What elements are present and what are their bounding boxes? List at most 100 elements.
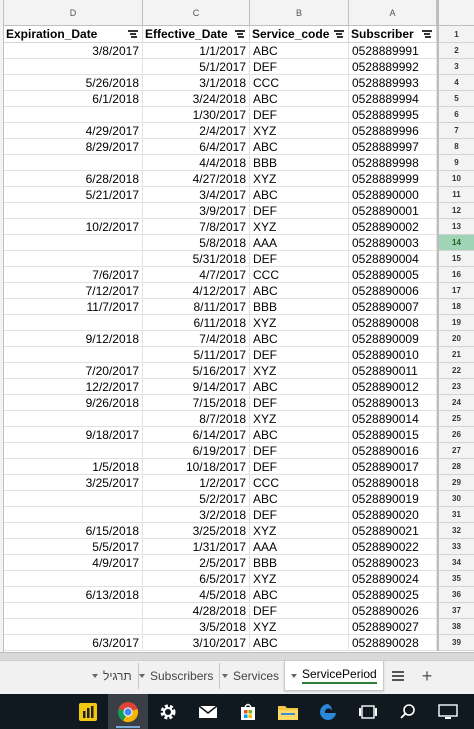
expiration-date-cell[interactable]: 6/15/2018 <box>4 523 143 539</box>
effective-date-cell[interactable]: 4/12/2017 <box>143 283 250 299</box>
row-number[interactable]: 26 <box>439 427 474 443</box>
chevron-down-icon[interactable] <box>139 674 145 678</box>
row-number[interactable]: 25 <box>439 411 474 427</box>
header-cell-service-code[interactable]: Service_code <box>250 26 349 43</box>
subscriber-cell[interactable]: 0528890009 <box>349 331 437 347</box>
subscriber-cell[interactable]: 0528890006 <box>349 283 437 299</box>
tab-serviceperiod[interactable]: ServicePeriod <box>284 661 384 691</box>
expiration-date-cell[interactable]: 8/29/2017 <box>4 139 143 155</box>
row-number[interactable]: 2 <box>439 43 474 59</box>
add-sheet-icon[interactable]: + <box>419 665 435 687</box>
effective-date-cell[interactable]: 6/11/2018 <box>143 315 250 331</box>
row-number[interactable]: 1 <box>439 26 474 43</box>
store-icon[interactable] <box>228 694 268 729</box>
row-number[interactable]: 13 <box>439 219 474 235</box>
header-cell-effective[interactable]: Effective_Date <box>143 26 250 43</box>
effective-date-cell[interactable]: 4/4/2018 <box>143 155 250 171</box>
chrome-icon[interactable] <box>108 694 148 729</box>
service-code-cell[interactable]: XYZ <box>250 315 349 331</box>
expiration-date-cell[interactable]: 12/2/2017 <box>4 379 143 395</box>
expiration-date-cell[interactable] <box>4 251 143 267</box>
effective-date-cell[interactable]: 9/14/2017 <box>143 379 250 395</box>
effective-date-cell[interactable]: 8/11/2017 <box>143 299 250 315</box>
expiration-date-cell[interactable]: 9/12/2018 <box>4 331 143 347</box>
subscriber-cell[interactable]: 0528890015 <box>349 427 437 443</box>
effective-date-cell[interactable]: 4/27/2018 <box>143 171 250 187</box>
effective-date-cell[interactable]: 7/4/2018 <box>143 331 250 347</box>
service-code-cell[interactable]: ABC <box>250 491 349 507</box>
service-code-cell[interactable]: BBB <box>250 299 349 315</box>
row-number[interactable]: 16 <box>439 267 474 283</box>
effective-date-cell[interactable]: 3/5/2018 <box>143 619 250 635</box>
subscriber-cell[interactable]: 0528890023 <box>349 555 437 571</box>
subscriber-cell[interactable]: 0528889998 <box>349 155 437 171</box>
service-code-cell[interactable]: ABC <box>250 587 349 603</box>
expiration-date-cell[interactable]: 11/7/2017 <box>4 299 143 315</box>
subscriber-cell[interactable]: 0528890013 <box>349 395 437 411</box>
service-code-cell[interactable]: XYZ <box>250 523 349 539</box>
expiration-date-cell[interactable]: 7/20/2017 <box>4 363 143 379</box>
row-number[interactable]: 34 <box>439 555 474 571</box>
expiration-date-cell[interactable] <box>4 347 143 363</box>
expiration-date-cell[interactable] <box>4 443 143 459</box>
row-number[interactable]: 18 <box>439 299 474 315</box>
expiration-date-cell[interactable] <box>4 411 143 427</box>
row-number[interactable]: 39 <box>439 635 474 651</box>
expiration-date-cell[interactable]: 5/26/2018 <box>4 75 143 91</box>
row-number[interactable]: 4 <box>439 75 474 91</box>
search-icon[interactable] <box>388 694 428 729</box>
service-code-cell[interactable]: ABC <box>250 635 349 651</box>
expiration-date-cell[interactable] <box>4 107 143 123</box>
service-code-cell[interactable]: XYZ <box>250 219 349 235</box>
subscriber-cell[interactable]: 0528890004 <box>349 251 437 267</box>
expiration-date-cell[interactable] <box>4 507 143 523</box>
effective-date-cell[interactable]: 2/5/2017 <box>143 555 250 571</box>
subscriber-cell[interactable]: 0528890014 <box>349 411 437 427</box>
effective-date-cell[interactable]: 3/10/2017 <box>143 635 250 651</box>
row-number[interactable]: 9 <box>439 155 474 171</box>
service-code-cell[interactable]: AAA <box>250 235 349 251</box>
row-number[interactable]: 37 <box>439 603 474 619</box>
service-code-cell[interactable]: XYZ <box>250 619 349 635</box>
effective-date-cell[interactable]: 4/5/2018 <box>143 587 250 603</box>
desktop-icon[interactable] <box>428 694 468 729</box>
service-code-cell[interactable]: ABC <box>250 187 349 203</box>
subscriber-cell[interactable]: 0528890007 <box>349 299 437 315</box>
expiration-date-cell[interactable]: 7/12/2017 <box>4 283 143 299</box>
effective-date-cell[interactable]: 1/30/2017 <box>143 107 250 123</box>
row-number[interactable]: 3 <box>439 59 474 75</box>
effective-date-cell[interactable]: 5/1/2017 <box>143 59 250 75</box>
row-number[interactable]: 32 <box>439 523 474 539</box>
subscriber-cell[interactable]: 0528889999 <box>349 171 437 187</box>
service-code-cell[interactable]: DEF <box>250 251 349 267</box>
effective-date-cell[interactable]: 3/25/2018 <box>143 523 250 539</box>
expiration-date-cell[interactable]: 3/25/2017 <box>4 475 143 491</box>
service-code-cell[interactable]: CCC <box>250 75 349 91</box>
chevron-down-icon[interactable] <box>291 673 297 678</box>
service-code-cell[interactable]: DEF <box>250 603 349 619</box>
row-number[interactable]: 24 <box>439 395 474 411</box>
subscriber-cell[interactable]: 0528890021 <box>349 523 437 539</box>
filter-icon[interactable] <box>127 29 139 39</box>
effective-date-cell[interactable]: 6/5/2017 <box>143 571 250 587</box>
subscriber-cell[interactable]: 0528890017 <box>349 459 437 475</box>
subscriber-cell[interactable]: 0528889995 <box>349 107 437 123</box>
subscriber-cell[interactable]: 0528890020 <box>349 507 437 523</box>
row-number[interactable]: 7 <box>439 123 474 139</box>
mail-icon[interactable] <box>188 694 228 729</box>
service-code-cell[interactable]: ABC <box>250 91 349 107</box>
horizontal-scrollbar[interactable] <box>0 652 474 660</box>
all-sheets-icon[interactable] <box>392 671 404 681</box>
subscriber-cell[interactable]: 0528890000 <box>349 187 437 203</box>
row-number[interactable]: 15 <box>439 251 474 267</box>
expiration-date-cell[interactable] <box>4 155 143 171</box>
row-number[interactable]: 8 <box>439 139 474 155</box>
row-number[interactable]: 35 <box>439 571 474 587</box>
subscriber-cell[interactable]: 0528890018 <box>349 475 437 491</box>
power-bi-icon[interactable] <box>68 694 108 729</box>
subscriber-cell[interactable]: 0528890011 <box>349 363 437 379</box>
row-number[interactable]: 31 <box>439 507 474 523</box>
effective-date-cell[interactable]: 1/1/2017 <box>143 43 250 59</box>
expiration-date-cell[interactable]: 4/29/2017 <box>4 123 143 139</box>
chevron-down-icon[interactable] <box>222 674 228 678</box>
